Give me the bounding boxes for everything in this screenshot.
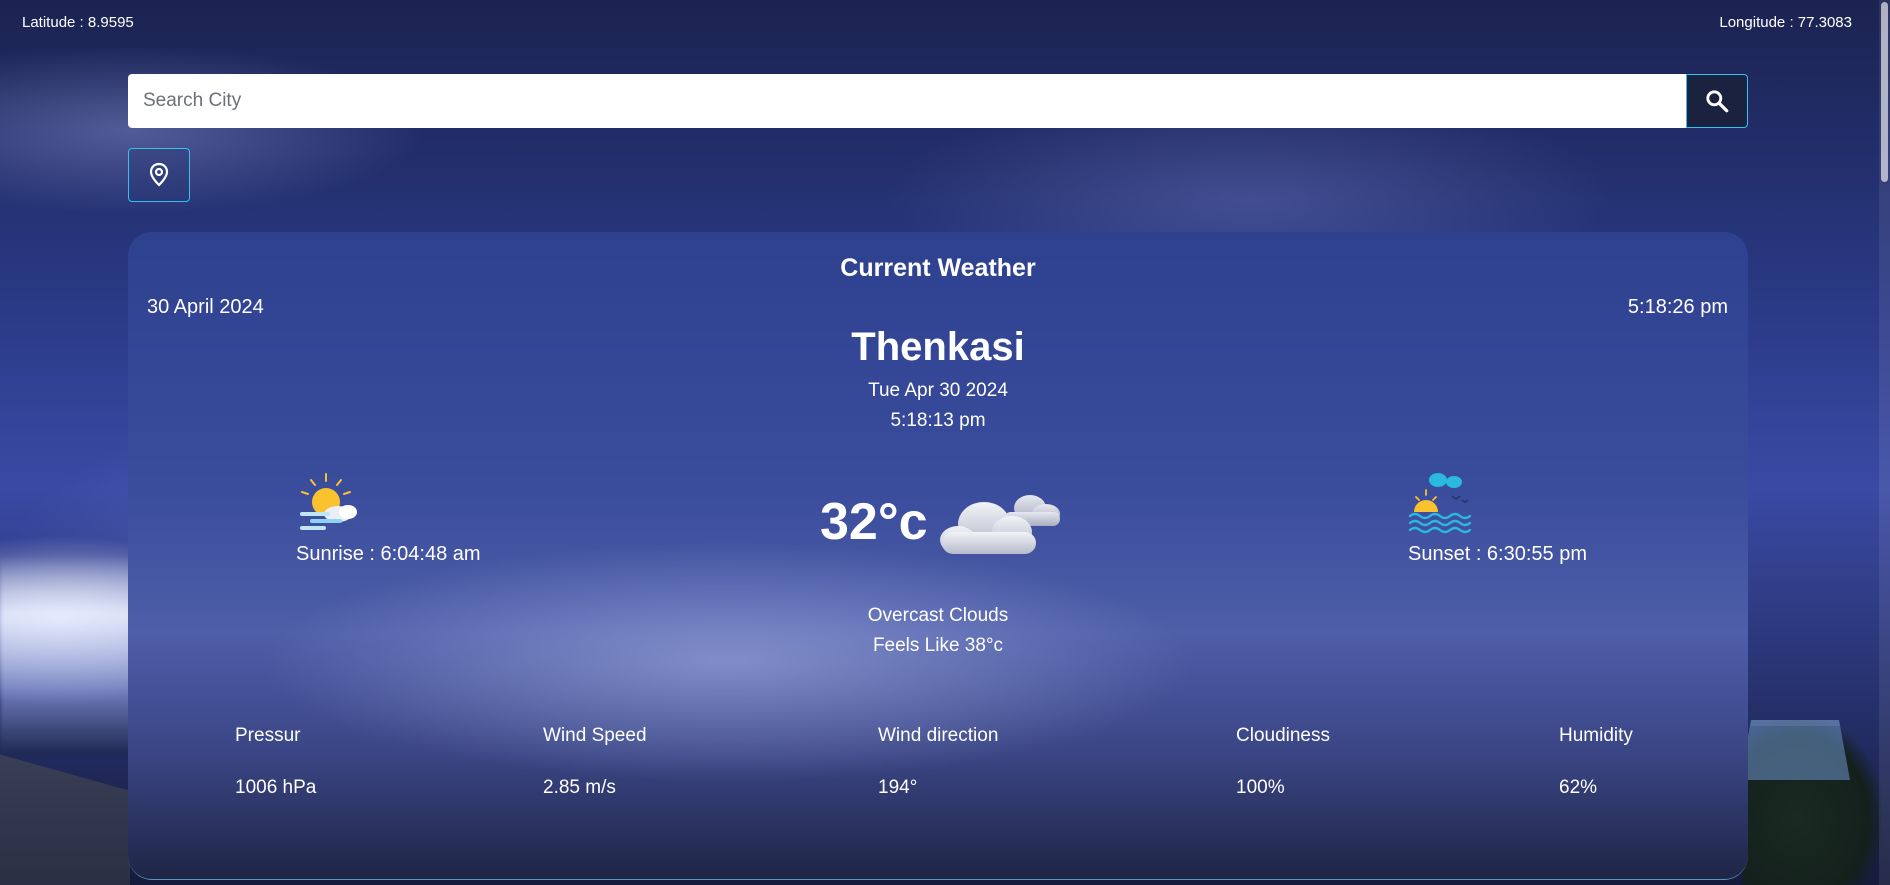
- card-date: 30 April 2024: [147, 296, 264, 318]
- search-icon: [1706, 90, 1729, 113]
- sunrise-label: Sunrise : 6:04:48 am: [296, 543, 481, 565]
- stat-label: Wind direction: [878, 725, 999, 746]
- weather-condition: Overcast Clouds: [867, 605, 1009, 626]
- sunset-label: Sunset : 6:30:55 pm: [1408, 543, 1588, 565]
- search-button[interactable]: [1686, 74, 1748, 128]
- sunrise-icon: [300, 473, 357, 530]
- stat-wind-direction: Wind direction 194°: [878, 725, 998, 799]
- page-scrollbar[interactable]: [1879, 0, 1890, 885]
- stat-value: 1006 hPa: [235, 777, 317, 798]
- search-input[interactable]: [128, 74, 1686, 128]
- longitude-label: Longitude : 77.3083: [1719, 14, 1852, 31]
- stat-value: 2.85 m/s: [543, 777, 616, 798]
- card-time: 5:18:26 pm: [1627, 296, 1728, 318]
- stat-label: Wind Speed: [543, 725, 647, 746]
- location-pin-icon: [149, 162, 169, 187]
- stat-value: 100%: [1236, 777, 1285, 798]
- latitude-label: Latitude : 8.9595: [22, 14, 134, 31]
- search-bar: [128, 74, 1748, 128]
- stat-cloudiness: Cloudiness 100%: [1236, 725, 1330, 799]
- stat-wind-speed: Wind Speed 2.85 m/s: [543, 725, 647, 799]
- stat-label: Humidity: [1559, 725, 1633, 746]
- stat-label: Pressur: [235, 725, 301, 746]
- temperature-block: 32°c: [820, 482, 1066, 562]
- scrollbar-thumb[interactable]: [1881, 2, 1888, 182]
- sunset-icon: [1408, 473, 1472, 534]
- stat-value: 62%: [1559, 777, 1598, 798]
- stat-pressure: Pressur 1006 hPa: [235, 725, 316, 799]
- current-location-button[interactable]: [128, 148, 190, 202]
- stat-label: Cloudiness: [1236, 725, 1330, 746]
- city-name: Thenkasi: [851, 325, 1025, 369]
- full-time: 5:18:13 pm: [890, 410, 986, 431]
- full-date: Tue Apr 30 2024: [868, 380, 1008, 401]
- temperature: 32°c: [820, 493, 928, 551]
- background-lightning-glow: [0, 555, 140, 755]
- current-weather-card: Current Weather 30 April 2024 5:18:26 pm…: [128, 232, 1748, 880]
- background-house-right: [1740, 720, 1850, 780]
- feels-like: Feels Like 38°c: [872, 635, 1004, 656]
- sunrise-block: Sunrise : 6:04:48 am: [296, 472, 481, 566]
- overcast-clouds-icon: [939, 495, 1060, 554]
- background-house-left: [0, 754, 130, 885]
- stat-value: 194°: [878, 777, 918, 798]
- stat-humidity: Humidity 62%: [1559, 725, 1633, 799]
- sunset-block: Sunset : 6:30:55 pm: [1408, 472, 1587, 566]
- card-title: Current Weather: [840, 254, 1036, 282]
